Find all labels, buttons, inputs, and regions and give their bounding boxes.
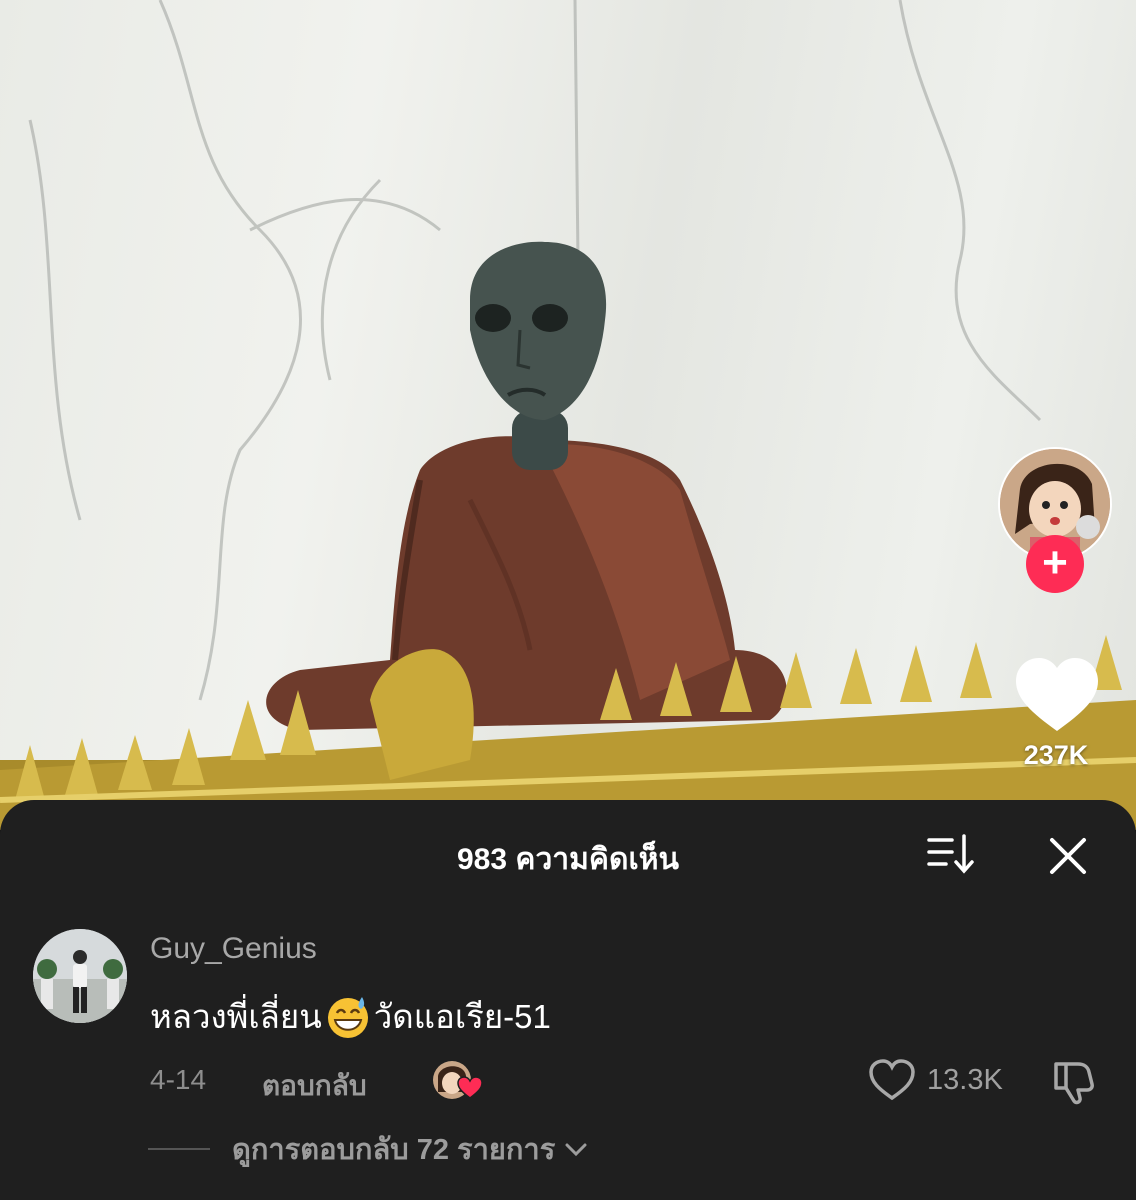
view-replies-button[interactable]: ดูการตอบกลับ 72 รายการ bbox=[148, 1126, 589, 1172]
video-frame-image bbox=[0, 0, 1136, 830]
heart-outline-icon bbox=[869, 1059, 915, 1101]
heart-icon bbox=[1016, 658, 1098, 731]
commenter-avatar[interactable] bbox=[33, 929, 127, 1023]
reply-button[interactable]: ตอบกลับ bbox=[262, 1064, 367, 1108]
video-like-count: 237K bbox=[1023, 740, 1089, 770]
chevron-down-icon bbox=[565, 1143, 587, 1157]
follow-button[interactable]: + bbox=[1026, 535, 1084, 593]
creator-liked-badge bbox=[433, 1061, 483, 1099]
sort-icon bbox=[927, 834, 974, 874]
plus-icon: + bbox=[1042, 537, 1068, 587]
dislike-button[interactable] bbox=[1048, 1056, 1098, 1106]
sort-button[interactable] bbox=[926, 832, 978, 876]
comment-text-before: หลวงพี่เลี่ยน bbox=[150, 998, 322, 1035]
comment-like-button[interactable] bbox=[868, 1058, 916, 1102]
grinning-sweat-emoji-icon bbox=[327, 996, 368, 1038]
comment-username[interactable]: Guy_Genius bbox=[150, 932, 317, 966]
comment-text-after: วัดแอเรีย-51 bbox=[373, 998, 551, 1035]
comment-like-count: 13.3K bbox=[927, 1064, 1003, 1096]
close-icon bbox=[1050, 838, 1086, 874]
replies-divider bbox=[148, 1148, 210, 1150]
view-replies-label: ดูการตอบกลับ 72 รายการ bbox=[232, 1134, 556, 1166]
video-like-button[interactable] bbox=[1012, 655, 1102, 735]
thumbs-down-icon bbox=[1054, 1062, 1094, 1105]
comment-date: 4-14 bbox=[150, 1064, 207, 1095]
video-player[interactable] bbox=[0, 0, 1136, 830]
comment-text: หลวงพี่เลี่ยน วัดแอเรีย-51 bbox=[150, 990, 551, 1043]
user-avatar-icon bbox=[33, 929, 127, 1023]
close-button[interactable] bbox=[1046, 834, 1090, 878]
